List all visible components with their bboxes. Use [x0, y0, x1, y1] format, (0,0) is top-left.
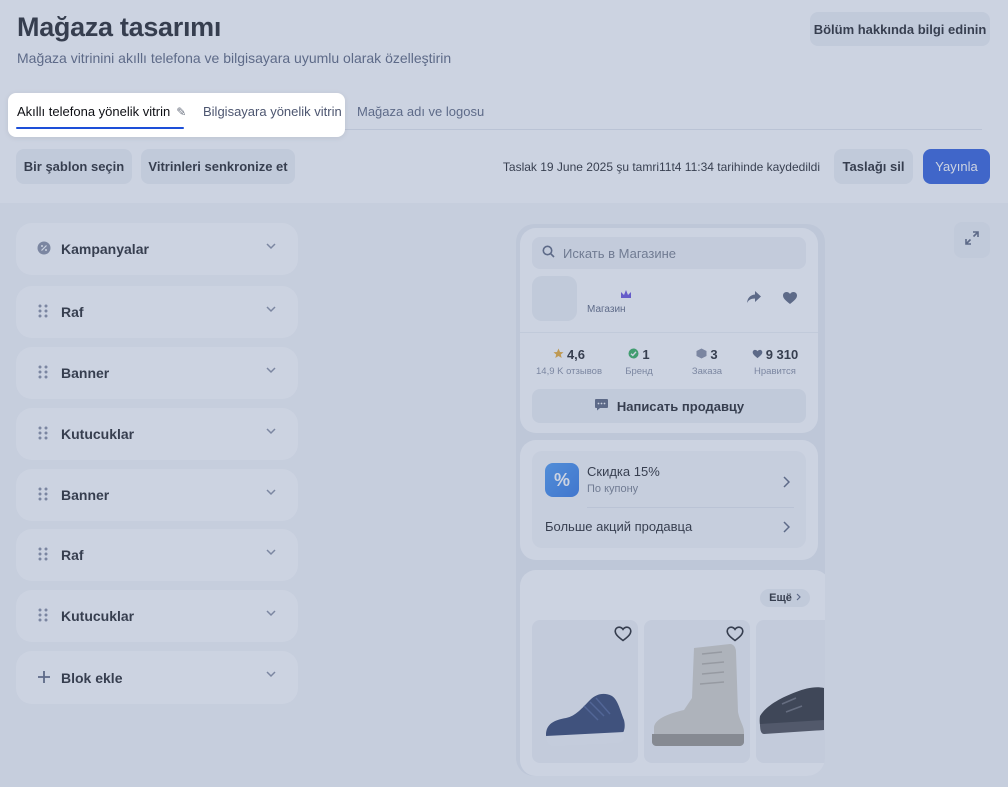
- block-item[interactable]: Kutucuklar: [16, 408, 298, 460]
- draft-status: Taslak 19 June 2025 şu tamri11t4 11:34 t…: [502, 159, 820, 174]
- favorite-icon[interactable]: [614, 626, 632, 647]
- sync-showcases-button[interactable]: Vitrinleri senkronize et: [141, 149, 295, 184]
- stat-rating: 4,6 14,9 K отзывов: [536, 347, 602, 377]
- help-button[interactable]: Bölüm hakkında bilgi edinin: [810, 12, 990, 46]
- chevron-right-icon[interactable]: [782, 520, 791, 533]
- block-label: Raf: [61, 304, 84, 320]
- chevron-down-icon[interactable]: [266, 304, 276, 314]
- drag-handle-icon[interactable]: [37, 608, 51, 624]
- drag-handle-icon[interactable]: [37, 547, 51, 563]
- expand-preview-button[interactable]: [954, 222, 990, 258]
- chevron-right-icon[interactable]: [782, 475, 791, 488]
- stat-likes: 9 310 Нравится: [738, 347, 812, 377]
- stat-brand: 1 Бренд: [625, 347, 653, 377]
- block-item[interactable]: Banner: [16, 347, 298, 399]
- message-seller-button[interactable]: Написать продавцу: [532, 389, 806, 423]
- chevron-down-icon[interactable]: [266, 608, 276, 618]
- divider: [587, 507, 794, 508]
- discount-badge: %: [545, 463, 579, 497]
- more-products-button[interactable]: Ещё: [760, 589, 810, 607]
- block-label: Banner: [61, 365, 110, 381]
- product-item[interactable]: [756, 620, 825, 763]
- promo-title[interactable]: Скидка 15%: [587, 464, 660, 479]
- plus-icon: [37, 670, 51, 686]
- page-title: Mağaza tasarımı: [17, 12, 222, 42]
- highlighted-tabs: Akıllı telefona yönelik vitrin ✎ Bilgisa…: [8, 93, 345, 137]
- search-placeholder: Искать в Магазине: [563, 245, 676, 261]
- page-subtitle: Mağaza vitrinini akıllı telefona ve bilg…: [17, 50, 452, 66]
- block-label: Banner: [61, 487, 110, 503]
- tab-smartphone-showcase-highlight[interactable]: Akıllı telefona yönelik vitrin ✎: [17, 93, 186, 130]
- chat-icon: [594, 398, 609, 414]
- store-stats: 4,6 14,9 K отзывов 1 Бренд 3 Заказа 9 31…: [520, 332, 818, 382]
- share-icon[interactable]: [746, 290, 762, 309]
- choose-template-button[interactable]: Bir şablon seçin: [16, 149, 132, 184]
- block-item[interactable]: Raf: [16, 286, 298, 338]
- block-item[interactable]: Raf: [16, 529, 298, 581]
- block-label: Kutucuklar: [61, 426, 135, 442]
- block-item[interactable]: Kampanyalar: [16, 223, 298, 275]
- block-label: Kampanyalar: [61, 241, 149, 257]
- heart-icon[interactable]: [782, 291, 798, 310]
- drag-handle-icon[interactable]: [37, 304, 51, 320]
- search-input[interactable]: Искать в Магазине: [532, 237, 806, 269]
- chevron-down-icon[interactable]: [266, 669, 276, 679]
- block-item[interactable]: Kutucuklar: [16, 590, 298, 642]
- chevron-down-icon[interactable]: [266, 547, 276, 557]
- chevron-down-icon[interactable]: [266, 487, 276, 497]
- delete-draft-button[interactable]: Taslağı sil: [834, 149, 913, 184]
- favorite-icon[interactable]: [726, 626, 744, 647]
- search-icon: [542, 245, 555, 261]
- check-icon: [628, 347, 639, 362]
- drag-handle-icon[interactable]: [37, 426, 51, 442]
- chevron-right-icon: [796, 592, 801, 604]
- block-item[interactable]: Banner: [16, 469, 298, 521]
- products-card: Ещё: [520, 570, 825, 776]
- chevron-down-icon[interactable]: [266, 365, 276, 375]
- promo-subtitle: По купону: [587, 483, 639, 495]
- more-promos-link[interactable]: Больше акций продавца: [545, 519, 692, 534]
- tab-label: Mağaza adı ve logosu: [357, 104, 485, 119]
- sneaker-image: [759, 687, 824, 734]
- expand-icon: [965, 230, 979, 250]
- product-item[interactable]: [532, 620, 638, 763]
- block-label: Kutucuklar: [61, 608, 135, 624]
- chevron-down-icon[interactable]: [266, 426, 276, 436]
- star-icon: [553, 347, 564, 362]
- store-card: Искать в Магазине Магазин 4,6 14,9 K отз…: [520, 228, 818, 433]
- badge-icon: [37, 241, 51, 257]
- store-logo: [532, 276, 577, 321]
- promo-card: % Скидка 15% По купону Больше акций прод…: [520, 440, 818, 560]
- tab-desktop-showcase-highlight[interactable]: Bilgisayara yönelik vitrin: [203, 93, 342, 130]
- heart-icon: [752, 347, 763, 362]
- pencil-icon: ✎: [176, 104, 187, 119]
- drag-handle-icon[interactable]: [37, 365, 51, 381]
- product-item[interactable]: [644, 620, 750, 763]
- publish-button[interactable]: Yayınla: [923, 149, 990, 184]
- phone-preview: Искать в Магазине Магазин 4,6 14,9 K отз…: [516, 224, 825, 776]
- add-block-button[interactable]: Blok ekle: [16, 651, 298, 704]
- stat-orders: 3 Заказа: [691, 347, 723, 377]
- promo-list: % Скидка 15% По купону Больше акций прод…: [532, 451, 806, 548]
- chevron-down-icon[interactable]: [266, 241, 276, 251]
- tab-store-name-logo[interactable]: Mağaza adı ve logosu: [357, 93, 484, 130]
- active-tab-indicator: [16, 127, 184, 129]
- drag-handle-icon[interactable]: [37, 487, 51, 503]
- box-icon: [696, 347, 707, 362]
- store-name: Магазин: [587, 304, 626, 315]
- block-label: Blok ekle: [61, 669, 123, 686]
- crown-icon: [620, 286, 632, 298]
- block-label: Raf: [61, 547, 84, 563]
